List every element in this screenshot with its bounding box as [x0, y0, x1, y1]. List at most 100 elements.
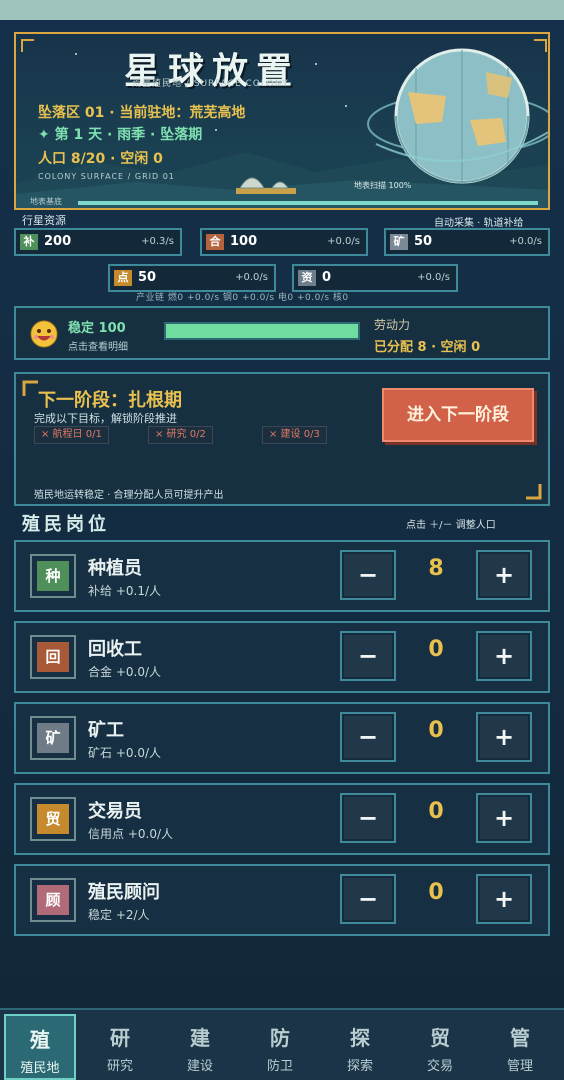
labor-value: 已分配 8 · 空闲 0 [374, 340, 481, 355]
job-rate: 矿石 +0.0/人 [88, 746, 161, 760]
nav-explore[interactable]: 探探索 [324, 1014, 396, 1080]
decrease-button[interactable]: − [340, 631, 396, 681]
nav-label: 防卫 [266, 1059, 293, 1074]
trader-icon: 贸 [30, 797, 76, 841]
jobs-section-title: 殖民岗位 [22, 514, 110, 535]
next-stage-panel: 下一阶段：扎根期 完成以下目标，解锁阶段推进 × 航程日 0/1 × 研究 0/… [14, 372, 550, 506]
resource-materials[interactable]: 资 0 +0.0/s [292, 264, 458, 292]
job-rate: 稳定 +2/人 [88, 908, 150, 922]
colony-icon: 殖 [30, 1028, 50, 1052]
nav-label: 殖民地 [20, 1061, 60, 1076]
build-icon: 建 [190, 1026, 210, 1050]
credits-icon: 点 [114, 270, 132, 286]
population-text: 人口 8/20 · 空闲 0 [38, 151, 163, 167]
resource-supply[interactable]: 补 200 +0.3/s [14, 228, 182, 256]
increase-button[interactable]: + [476, 874, 532, 924]
decrease-button[interactable]: − [340, 712, 396, 762]
resource-rate: +0.0/s [509, 236, 542, 247]
job-count: 0 [428, 799, 444, 824]
decrease-button[interactable]: − [340, 550, 396, 600]
resource-credits[interactable]: 点 50 +0.0/s [108, 264, 276, 292]
stage-description: 完成以下目标，解锁阶段推进 [34, 412, 177, 425]
nav-manage[interactable]: 管管理 [484, 1014, 556, 1080]
resource-value: 200 [44, 234, 72, 249]
increase-button[interactable]: + [476, 550, 532, 600]
deploy-progress-bar [78, 201, 538, 205]
location-text: 坠落区 01 · 当前驻地：荒芜高地 [38, 105, 246, 121]
resource-rate: +0.0/s [417, 272, 450, 283]
job-row-trader: 贸 交易员 信用点 +0.0/人 − 0 + [14, 783, 550, 855]
resource-value: 50 [414, 234, 433, 249]
job-count: 0 [428, 880, 444, 905]
increase-button[interactable]: + [476, 631, 532, 681]
job-count: 0 [428, 718, 444, 743]
resource-value: 100 [230, 234, 258, 249]
goal-build: × 建设 0/3 [262, 426, 327, 444]
resource-rate: +0.0/s [327, 236, 360, 247]
scan-status: 地表扫描 100% [354, 181, 412, 190]
next-stage-button[interactable]: 进入下一阶段 [382, 388, 534, 442]
nav-trade[interactable]: 贸交易 [404, 1014, 476, 1080]
resource-ore[interactable]: 矿 50 +0.0/s [384, 228, 550, 256]
stability-panel[interactable]: 稳定 100 点击查看明细 劳动力 已分配 8 · 空闲 0 [14, 306, 550, 360]
job-row-recycler: 回 回收工 合金 +0.0/人 − 0 + [14, 621, 550, 693]
ore-icon: 矿 [390, 234, 408, 250]
job-count: 8 [428, 556, 444, 581]
manage-icon: 管 [510, 1026, 530, 1050]
nav-label: 探索 [346, 1059, 373, 1074]
resources-title: 行星资源 [22, 214, 66, 227]
resource-alloy[interactable]: 合 100 +0.0/s [200, 228, 368, 256]
recycler-icon: 回 [30, 635, 76, 679]
industry-chain-text: 产业链 燃0 +0.0/s 钢0 +0.0/s 电0 +0.0/s 核0 [136, 293, 349, 303]
defense-icon: 防 [270, 1026, 290, 1050]
increase-button[interactable]: + [476, 793, 532, 843]
nav-label: 研究 [106, 1059, 133, 1074]
nav-build[interactable]: 建建设 [164, 1014, 236, 1080]
materials-icon: 资 [298, 270, 316, 286]
stability-value: 稳定 100 [68, 321, 126, 336]
decrease-button[interactable]: − [340, 793, 396, 843]
job-rate: 信用点 +0.0/人 [88, 827, 173, 841]
grid-label: COLONY SURFACE / GRID 01 [38, 172, 175, 181]
deploy-progress-fill [78, 201, 538, 205]
stage-footer: 殖民地运转稳定 · 合理分配人员可提升产出 [34, 490, 224, 501]
stability-bar-fill [166, 324, 358, 338]
resource-rate: +0.0/s [235, 272, 268, 283]
nav-research[interactable]: 研研究 [84, 1014, 156, 1080]
research-icon: 研 [110, 1026, 130, 1050]
job-rate: 补给 +0.1/人 [88, 584, 161, 598]
job-name: 矿工 [88, 720, 124, 741]
smiley-face-icon [30, 320, 58, 348]
jobs-section-hint: 点击 ＋/－ 调整人口 [406, 520, 496, 531]
job-row-farmer: 种 种植员 补给 +0.1/人 − 8 + [14, 540, 550, 612]
goal-voyage: × 航程日 0/1 [34, 426, 109, 444]
alloy-icon: 合 [206, 234, 224, 250]
resource-rate: +0.3/s [141, 236, 174, 247]
decrease-button[interactable]: − [340, 874, 396, 924]
game-subtitle: 荒星殖民地 / SURFACE COLONY [132, 79, 289, 89]
job-name: 殖民顾问 [88, 882, 160, 903]
job-count: 0 [428, 637, 444, 662]
miner-icon: 矿 [30, 716, 76, 760]
resource-value: 0 [322, 270, 332, 285]
labor-title: 劳动力 [374, 318, 411, 332]
increase-button[interactable]: + [476, 712, 532, 762]
day-season-text: ✦ 第 1 天 · 雨季 · 坠落期 [38, 127, 203, 143]
deploy-label: 地表基底 [30, 197, 62, 206]
top-strip [0, 0, 564, 20]
farmer-icon: 种 [30, 554, 76, 598]
job-name: 回收工 [88, 639, 142, 660]
job-rate: 合金 +0.0/人 [88, 665, 161, 679]
nav-colony[interactable]: 殖殖民地 [4, 1014, 76, 1080]
job-name: 种植员 [88, 558, 142, 579]
planet-hero-banner: 星球放置 荒星殖民地 / SURFACE COLONY 坠落区 01 · 当前驻… [14, 32, 550, 210]
nav-label: 管理 [506, 1059, 533, 1074]
supply-icon: 补 [20, 234, 38, 250]
goal-research: × 研究 0/2 [148, 426, 213, 444]
stability-hint[interactable]: 点击查看明细 [68, 338, 128, 353]
nav-defense[interactable]: 防防卫 [244, 1014, 316, 1080]
stability-bar [164, 322, 360, 340]
explore-icon: 探 [350, 1026, 370, 1050]
trade-icon: 贸 [430, 1026, 450, 1050]
resources-auto-label: 自动采集 · 轨道补给 [434, 218, 524, 229]
